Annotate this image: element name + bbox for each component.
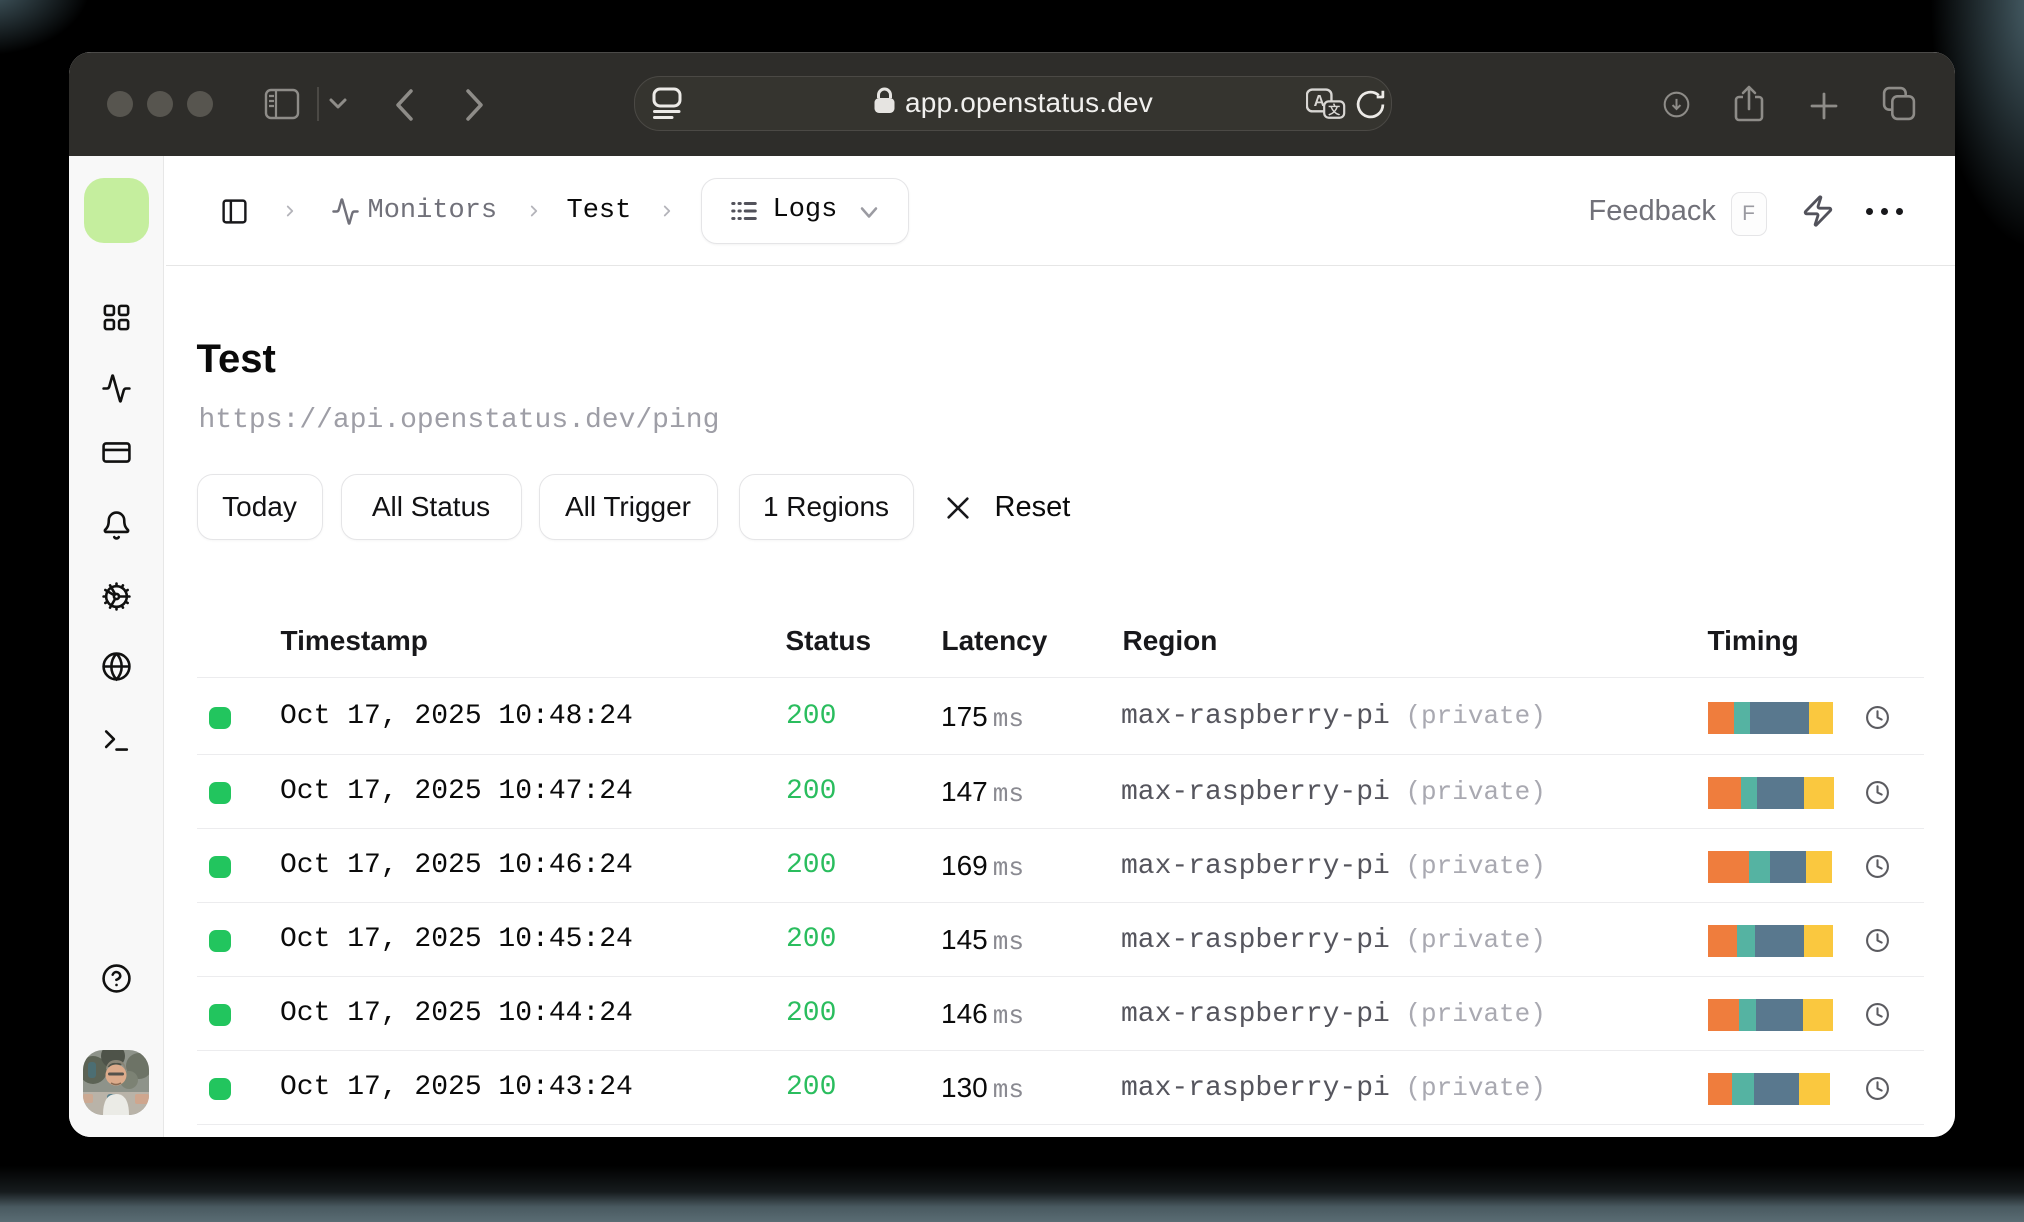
svg-text:A: A [1314, 93, 1325, 110]
svg-text:文: 文 [1328, 103, 1340, 117]
